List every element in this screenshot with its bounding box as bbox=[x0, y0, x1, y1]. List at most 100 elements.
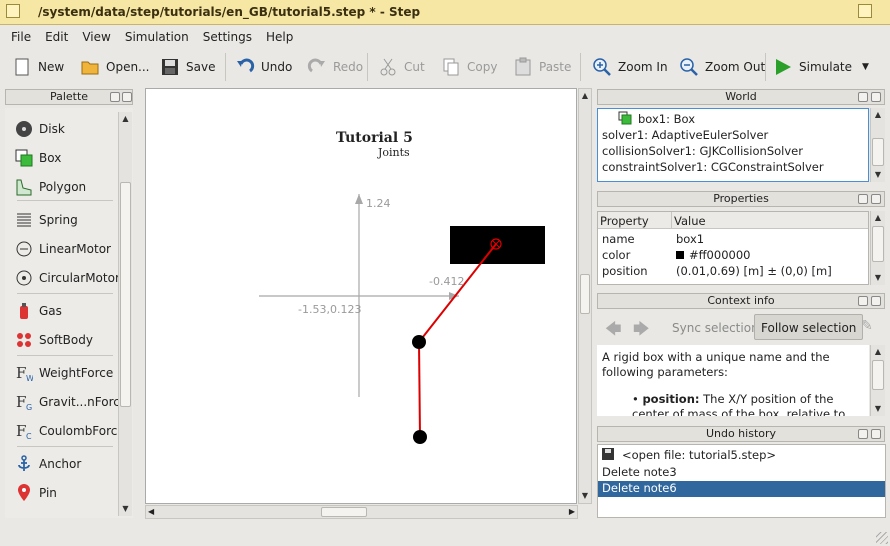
world-item-collision-solver[interactable]: collisionSolver1: GJKCollisionSolver bbox=[602, 144, 803, 158]
canvas-horizontal-scrollbar[interactable]: ◀ ▶ bbox=[145, 505, 578, 519]
palette-item-spring[interactable]: Spring bbox=[15, 209, 78, 231]
follow-selection-button[interactable]: Follow selection bbox=[754, 314, 864, 340]
copy-icon bbox=[441, 57, 461, 77]
menu-simulation[interactable]: Simulation bbox=[118, 27, 196, 44]
palette-item-linearmotor[interactable]: LinearMotor bbox=[15, 238, 111, 260]
copy-button[interactable]: Copy bbox=[441, 53, 497, 81]
undo-item-selected[interactable]: Delete note6 bbox=[598, 481, 885, 497]
sync-selection-button[interactable]: Sync selection bbox=[672, 321, 759, 335]
scroll-up-icon[interactable]: ▲ bbox=[871, 345, 885, 359]
redo-button[interactable]: Redo bbox=[307, 53, 363, 81]
cut-button[interactable]: Cut bbox=[378, 53, 425, 81]
scroll-down-icon[interactable]: ▼ bbox=[871, 168, 885, 182]
float-icon[interactable] bbox=[110, 92, 120, 102]
scroll-right-icon[interactable]: ▶ bbox=[569, 506, 575, 518]
resize-grip-icon[interactable] bbox=[876, 532, 888, 544]
paste-button[interactable]: Paste bbox=[513, 53, 571, 81]
zoom-in-icon bbox=[592, 57, 612, 77]
scroll-up-icon[interactable]: ▲ bbox=[119, 112, 132, 126]
world-item-solver[interactable]: solver1: AdaptiveEulerSolver bbox=[602, 128, 768, 142]
toolbar-overflow-button[interactable]: ▼ bbox=[862, 53, 869, 81]
float-icon[interactable] bbox=[858, 194, 868, 204]
scrollbar-thumb[interactable] bbox=[120, 182, 131, 407]
save-icon bbox=[160, 57, 180, 77]
palette-scrollbar[interactable]: ▲ ▼ bbox=[118, 112, 132, 516]
zoom-in-button[interactable]: Zoom In bbox=[592, 53, 668, 81]
settings-icon[interactable]: ✎ bbox=[861, 318, 873, 334]
polygon-icon bbox=[15, 178, 33, 196]
menu-file[interactable]: File bbox=[0, 27, 38, 44]
property-value-name[interactable]: box1 bbox=[676, 232, 704, 246]
column-header-property[interactable]: Property bbox=[600, 214, 649, 228]
scrollbar-thumb[interactable] bbox=[321, 507, 367, 517]
palette-item-gravitationforce[interactable]: F G Gravit...nForce bbox=[15, 391, 127, 413]
scrollbar-thumb[interactable] bbox=[872, 360, 884, 390]
scene-subtitle: Joints bbox=[378, 146, 410, 159]
world-tree[interactable]: box1: Box solver1: AdaptiveEulerSolver c… bbox=[597, 108, 869, 182]
new-document-icon bbox=[12, 57, 32, 77]
softbody-icon bbox=[15, 331, 33, 349]
scroll-down-icon[interactable]: ▼ bbox=[871, 271, 885, 285]
scroll-down-icon[interactable]: ▼ bbox=[871, 402, 885, 416]
undo-item[interactable]: Delete note3 bbox=[598, 465, 885, 481]
palette-item-pin[interactable]: Pin bbox=[15, 482, 57, 504]
zoom-out-button[interactable]: Zoom Out bbox=[679, 53, 765, 81]
context-scrollbar[interactable]: ▲ ▼ bbox=[870, 345, 885, 416]
undo-item[interactable]: <open file: tutorial5.step> bbox=[598, 448, 885, 464]
menu-edit[interactable]: Edit bbox=[38, 27, 75, 44]
scroll-up-icon[interactable]: ▲ bbox=[871, 211, 885, 225]
close-icon[interactable] bbox=[871, 194, 881, 204]
palette-item-softbody[interactable]: SoftBody bbox=[15, 329, 93, 351]
zoom-out-icon bbox=[679, 57, 699, 77]
property-value-position[interactable]: (0.01,0.69) [m] ± (0,0) [m] bbox=[676, 264, 832, 278]
palette-item-coulombforce[interactable]: F C CoulombForce bbox=[15, 420, 125, 442]
scroll-down-icon[interactable]: ▼ bbox=[579, 489, 591, 503]
scrollbar-thumb[interactable] bbox=[580, 274, 590, 314]
column-header-value[interactable]: Value bbox=[674, 214, 706, 228]
new-button[interactable]: New bbox=[12, 53, 64, 81]
palette-item-anchor[interactable]: Anchor bbox=[15, 453, 81, 475]
maximize-button[interactable] bbox=[858, 4, 872, 18]
palette-item-box[interactable]: Box bbox=[15, 147, 61, 169]
world-item-constraint-solver[interactable]: constraintSolver1: CGConstraintSolver bbox=[602, 160, 824, 174]
save-button[interactable]: Save bbox=[160, 53, 215, 81]
window-menu-icon[interactable] bbox=[6, 4, 20, 18]
particle[interactable] bbox=[412, 335, 426, 349]
scroll-up-icon[interactable]: ▲ bbox=[579, 89, 591, 103]
scroll-down-icon[interactable]: ▼ bbox=[119, 502, 132, 516]
menu-settings[interactable]: Settings bbox=[196, 27, 259, 44]
close-icon[interactable] bbox=[871, 296, 881, 306]
world-item-box1[interactable]: box1: Box bbox=[618, 111, 695, 126]
float-icon[interactable] bbox=[858, 92, 868, 102]
world-scrollbar[interactable]: ▲ ▼ bbox=[870, 108, 885, 182]
scrollbar-thumb[interactable] bbox=[872, 226, 884, 262]
properties-scrollbar[interactable]: ▲ ▼ bbox=[870, 211, 885, 285]
play-icon bbox=[773, 57, 793, 77]
undo-button[interactable]: Undo bbox=[235, 53, 292, 81]
forward-arrow-icon[interactable]: 🡆 bbox=[633, 318, 650, 345]
float-icon[interactable] bbox=[858, 296, 868, 306]
particle[interactable] bbox=[413, 430, 427, 444]
stick-link[interactable] bbox=[418, 341, 421, 438]
property-value-color[interactable]: #ff000000 bbox=[676, 248, 750, 262]
menu-view[interactable]: View bbox=[75, 27, 117, 44]
float-icon[interactable] bbox=[858, 429, 868, 439]
back-arrow-icon[interactable]: 🡄 bbox=[605, 318, 622, 345]
scene-canvas[interactable]: Tutorial 5 Joints 1.24 -0.412 -1.53,0.12… bbox=[145, 88, 577, 504]
canvas-vertical-scrollbar[interactable]: ▲ ▼ bbox=[578, 88, 592, 504]
palette-item-circularmotor[interactable]: CircularMotor bbox=[15, 267, 120, 289]
scrollbar-thumb[interactable] bbox=[872, 138, 884, 166]
open-button[interactable]: Open... bbox=[80, 53, 150, 81]
menu-help[interactable]: Help bbox=[259, 27, 300, 44]
close-icon[interactable] bbox=[122, 92, 132, 102]
close-icon[interactable] bbox=[871, 92, 881, 102]
palette-item-gas[interactable]: Gas bbox=[15, 300, 62, 322]
close-icon[interactable] bbox=[871, 429, 881, 439]
svg-text:F: F bbox=[16, 364, 26, 382]
scroll-up-icon[interactable]: ▲ bbox=[871, 108, 885, 122]
scroll-left-icon[interactable]: ◀ bbox=[148, 506, 154, 518]
palette-item-weightforce[interactable]: F W WeightForce bbox=[15, 362, 113, 384]
palette-item-polygon[interactable]: Polygon bbox=[15, 176, 86, 198]
simulate-button[interactable]: Simulate bbox=[773, 53, 852, 81]
palette-item-disk[interactable]: Disk bbox=[15, 118, 65, 140]
